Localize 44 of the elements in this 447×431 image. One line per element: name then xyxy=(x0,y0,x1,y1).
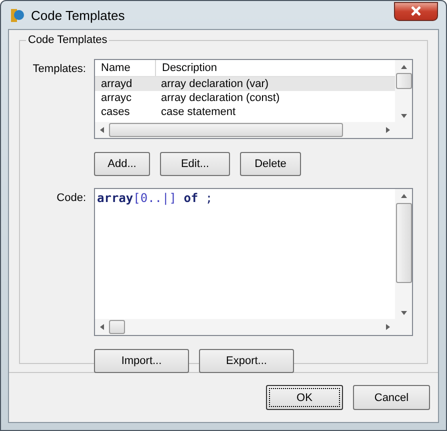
templates-list[interactable]: Name Description arrayd array declaration (var) arrayc array declaration (const) cases case statement xyxy=(94,59,413,139)
list-row[interactable]: arrayd array declaration (var) xyxy=(95,77,395,91)
templates-label: Templates: xyxy=(32,62,87,77)
scroll-thumb[interactable] xyxy=(396,73,412,89)
app-icon xyxy=(9,7,25,23)
code-label: Code: xyxy=(56,191,87,206)
right-arrow-icon[interactable] xyxy=(386,324,390,330)
down-arrow-icon[interactable] xyxy=(400,114,406,118)
horizontal-scrollbar[interactable] xyxy=(95,319,412,335)
column-header[interactable]: Name xyxy=(95,60,156,76)
description-cell-text: array declaration (const) xyxy=(160,91,281,105)
scroll-thumb[interactable] xyxy=(109,123,343,137)
import-button[interactable]: Import... xyxy=(94,349,189,373)
column-header[interactable]: Description xyxy=(156,60,395,76)
name-cell-text: arrayd xyxy=(100,77,134,91)
up-arrow-icon[interactable] xyxy=(400,64,406,68)
left-arrow-icon[interactable] xyxy=(100,324,104,330)
description-cell-text: case statement xyxy=(160,105,237,119)
cancel-button[interactable]: Cancel xyxy=(353,385,430,410)
ok-button[interactable]: OK xyxy=(266,385,343,410)
edit-button[interactable]: Edit... xyxy=(160,152,230,176)
name-cell-text: arrayc xyxy=(100,91,133,105)
right-arrow-icon[interactable] xyxy=(386,127,390,133)
name-cell-text: cases xyxy=(100,105,131,119)
left-arrow-icon[interactable] xyxy=(100,127,104,133)
horizontal-scrollbar[interactable] xyxy=(95,122,412,138)
window-title: Code Templates xyxy=(31,8,126,22)
down-arrow-icon[interactable] xyxy=(400,310,406,314)
delete-button[interactable]: Delete xyxy=(240,152,301,176)
code-line: array[0..|] of ; xyxy=(97,191,214,205)
list-row[interactable]: arrayc array declaration (const) xyxy=(95,91,395,105)
close-icon xyxy=(410,6,422,16)
description-cell-text: array declaration (var) xyxy=(160,77,270,91)
close-button[interactable] xyxy=(394,2,438,20)
up-arrow-icon[interactable] xyxy=(400,194,406,198)
export-button[interactable]: Export... xyxy=(199,349,294,373)
scroll-thumb[interactable] xyxy=(109,320,125,334)
vertical-scrollbar[interactable] xyxy=(395,189,412,319)
code-editor[interactable]: array[0..|] of ; xyxy=(94,188,413,336)
vertical-scrollbar[interactable] xyxy=(395,60,412,122)
list-row[interactable]: cases case statement xyxy=(95,105,395,119)
scroll-thumb[interactable] xyxy=(396,203,412,283)
group-title: Code Templates xyxy=(26,34,110,46)
add-button[interactable]: Add... xyxy=(94,152,150,176)
